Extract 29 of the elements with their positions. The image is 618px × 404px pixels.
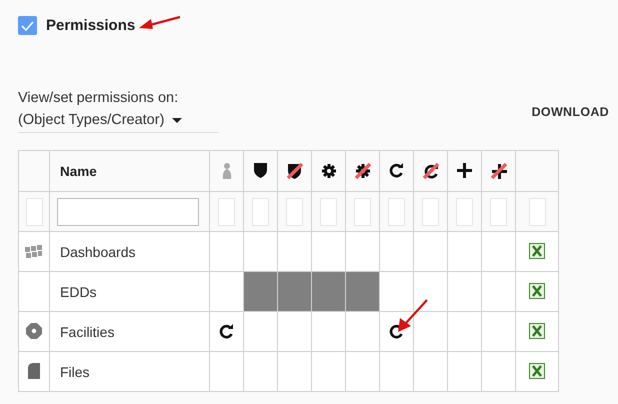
spreadsheet-icon[interactable] xyxy=(529,323,545,340)
view-dropdown[interactable]: (Object Types/Creator) xyxy=(18,110,218,133)
checkbox[interactable] xyxy=(18,16,37,35)
shield-denied-icon xyxy=(286,162,302,179)
refresh-denied-icon xyxy=(422,162,438,179)
caret-icon xyxy=(172,118,182,122)
column-header[interactable]: Name xyxy=(50,150,210,192)
user-icon xyxy=(222,162,232,180)
download-button[interactable]: DOWNLOAD xyxy=(532,100,609,122)
spreadsheet-icon[interactable] xyxy=(529,363,545,380)
gear-icon xyxy=(322,164,336,178)
annotation-arrow xyxy=(139,16,180,29)
file-icon xyxy=(28,363,40,380)
annotation-arrow xyxy=(398,299,428,332)
plus-denied-icon xyxy=(490,162,506,179)
refresh-icon xyxy=(219,324,234,339)
section-title: Permissions xyxy=(46,17,136,34)
gear-denied-icon xyxy=(354,162,370,179)
octagon-icon xyxy=(26,323,42,340)
check-icon xyxy=(21,20,34,30)
shield-icon xyxy=(254,163,267,178)
filter-field[interactable] xyxy=(57,198,199,226)
refresh-icon xyxy=(389,163,404,178)
select-label: View/set permissions on: xyxy=(18,90,180,106)
spreadsheet-icon[interactable] xyxy=(529,283,545,300)
row-name: Files xyxy=(50,352,210,392)
cubes-icon xyxy=(25,244,43,258)
plus-icon xyxy=(457,163,472,178)
spreadsheet-icon[interactable] xyxy=(529,243,545,260)
